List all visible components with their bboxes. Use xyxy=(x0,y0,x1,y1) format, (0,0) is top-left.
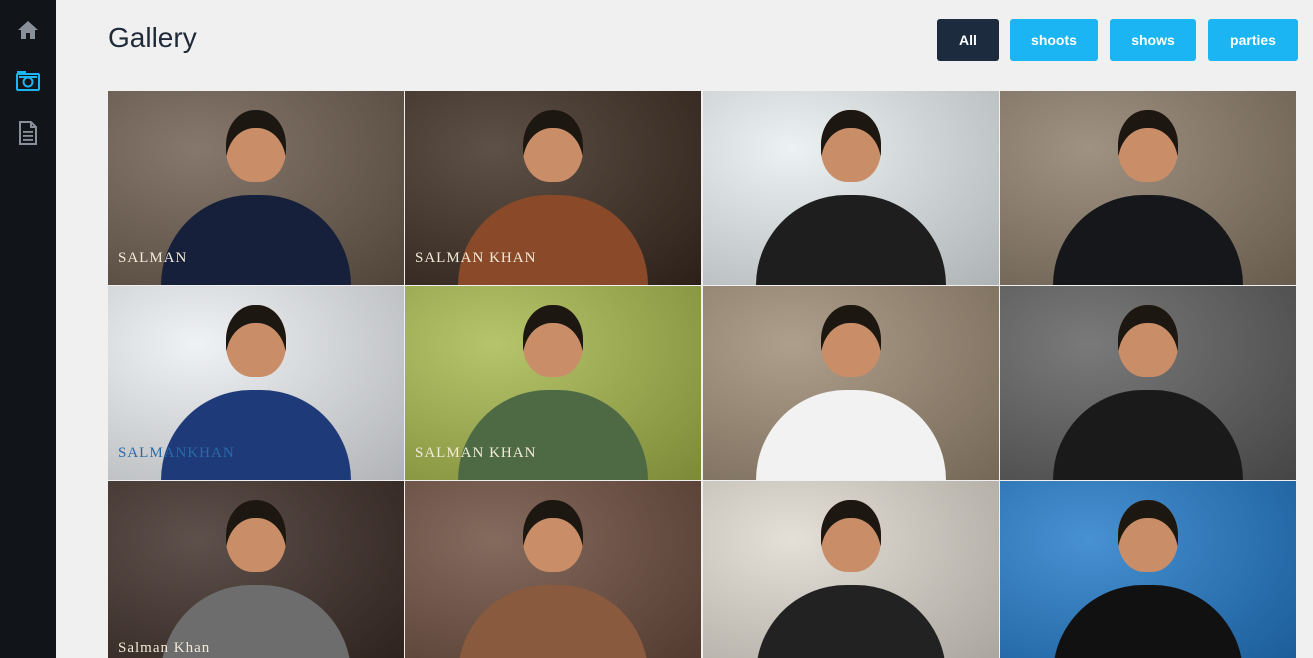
gallery-photo[interactable] xyxy=(405,481,701,658)
photo-subject-body xyxy=(1053,585,1243,658)
photo-image xyxy=(405,481,701,658)
photo-subject-head xyxy=(821,110,881,183)
photo-subject-head xyxy=(523,500,583,573)
filter-shows-button[interactable]: shows xyxy=(1110,19,1196,61)
photo-caption: SALMAN xyxy=(118,250,188,266)
gallery-photo[interactable] xyxy=(703,481,999,658)
photo-subject-head xyxy=(821,500,881,573)
photo-image xyxy=(703,481,999,658)
photo-caption: Salman Khan xyxy=(118,640,211,656)
photo-subject-body xyxy=(161,195,351,285)
photo-image xyxy=(703,286,999,480)
gallery-photo[interactable] xyxy=(1000,481,1296,658)
photo-subject-head xyxy=(523,110,583,183)
camera-icon xyxy=(16,71,40,91)
photo-subject-body xyxy=(458,390,648,480)
photo-subject-body xyxy=(756,195,946,285)
photo-subject-head xyxy=(1118,305,1178,378)
filter-all-button[interactable]: All xyxy=(937,19,999,61)
gallery-photo[interactable] xyxy=(1000,91,1296,285)
gallery-photo[interactable] xyxy=(703,286,999,480)
document-icon xyxy=(19,121,37,145)
photo-subject-head xyxy=(1118,500,1178,573)
sidebar-item-home[interactable] xyxy=(0,10,56,50)
photo-subject-head xyxy=(226,500,286,573)
gallery-photo[interactable]: SALMANKHAN xyxy=(108,286,404,480)
filter-parties-button[interactable]: parties xyxy=(1208,19,1298,61)
photo-subject-head xyxy=(523,305,583,378)
sidebar-item-gallery[interactable] xyxy=(0,61,56,101)
photo-subject-body xyxy=(458,195,648,285)
photo-subject-head xyxy=(1118,110,1178,183)
photo-image xyxy=(703,91,999,285)
photo-subject-head xyxy=(821,305,881,378)
photo-subject-head xyxy=(226,305,286,378)
photo-subject-body xyxy=(1053,195,1243,285)
photo-subject-body xyxy=(161,390,351,480)
photo-grid: SALMAN SALMAN KHAN SALMANKHAN SALMAN KHAN Sa… xyxy=(108,91,1298,658)
photo-subject-body xyxy=(756,585,946,658)
photo-caption: SALMAN KHAN xyxy=(415,250,537,266)
page-title: Gallery xyxy=(108,22,197,53)
gallery-photo[interactable] xyxy=(703,91,999,285)
photo-subject-body xyxy=(458,585,648,658)
sidebar-item-documents[interactable] xyxy=(0,113,56,153)
photo-subject-body xyxy=(756,390,946,480)
photo-image xyxy=(1000,91,1296,285)
gallery-photo[interactable]: Salman Khan xyxy=(108,481,404,658)
sidebar xyxy=(0,0,56,658)
photo-subject-body xyxy=(1053,390,1243,480)
gallery-photo[interactable]: SALMAN xyxy=(108,91,404,285)
filter-shoots-button[interactable]: shoots xyxy=(1010,19,1098,61)
photo-caption: SALMAN KHAN xyxy=(415,445,537,461)
photo-image xyxy=(1000,481,1296,658)
gallery-photo[interactable]: SALMAN KHAN xyxy=(405,286,701,480)
photo-image xyxy=(1000,286,1296,480)
photo-subject-head xyxy=(226,110,286,183)
home-icon xyxy=(18,21,38,39)
gallery-photo[interactable]: SALMAN KHAN xyxy=(405,91,701,285)
photo-image xyxy=(108,481,404,658)
photo-caption: SALMANKHAN xyxy=(118,445,235,461)
gallery-photo[interactable] xyxy=(1000,286,1296,480)
